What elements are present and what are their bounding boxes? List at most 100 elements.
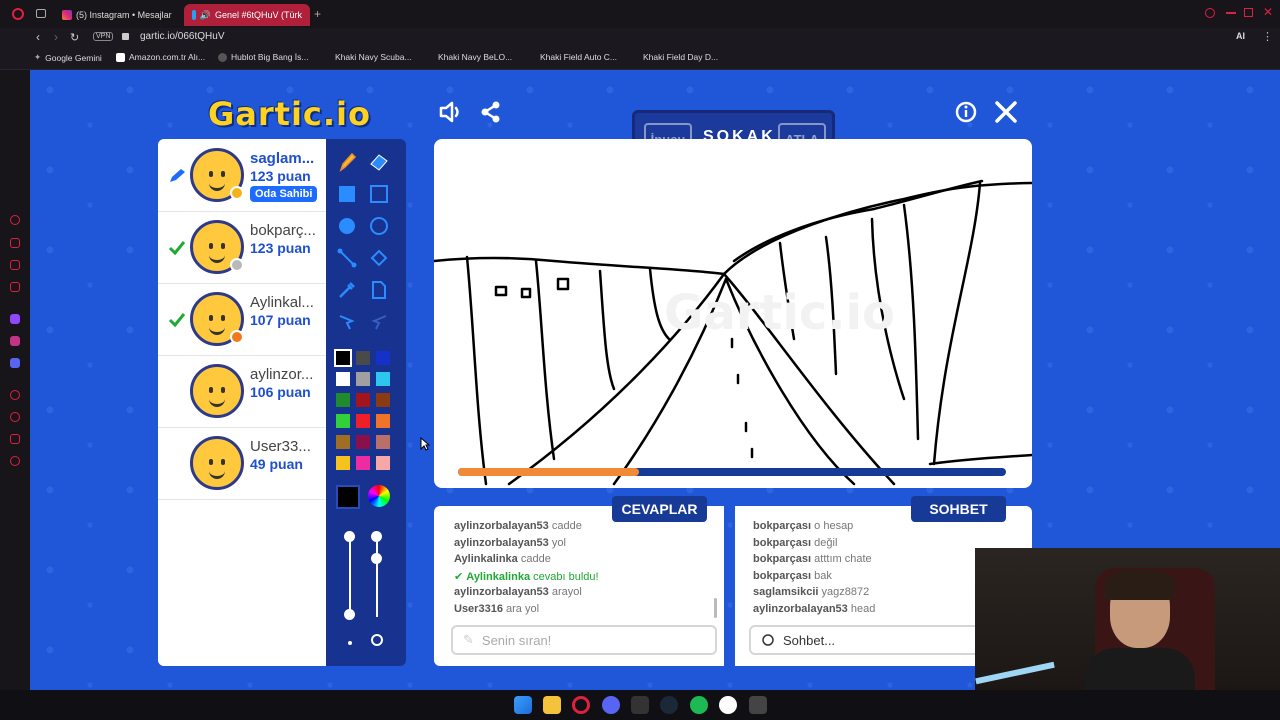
windows-icon[interactable] xyxy=(514,696,532,714)
player-row[interactable]: aylinzor... 106 puan xyxy=(158,356,326,428)
player-score: 106 puan xyxy=(250,384,311,400)
settings-icon[interactable] xyxy=(10,456,20,466)
files-icon[interactable] xyxy=(543,696,561,714)
rect-tool-icon[interactable] xyxy=(368,183,390,205)
close-icon[interactable] xyxy=(994,100,1018,124)
color-swatch[interactable] xyxy=(336,456,350,470)
messenger-icon[interactable] xyxy=(10,260,20,270)
discord-taskbar-icon[interactable] xyxy=(602,696,620,714)
steam-icon[interactable] xyxy=(660,696,678,714)
forward-icon[interactable]: › xyxy=(54,30,58,44)
player-row[interactable]: Aylinkal... 107 puan xyxy=(158,284,326,356)
chat-message: bokparçası atttım chate xyxy=(753,553,872,565)
color-swatch[interactable] xyxy=(356,435,370,449)
color-wheel-button[interactable] xyxy=(368,485,390,507)
color-swatch[interactable] xyxy=(356,456,370,470)
color-swatch[interactable] xyxy=(356,393,370,407)
opera-icon[interactable] xyxy=(12,8,24,20)
answer-input[interactable]: ✎ Senin sıran! xyxy=(451,625,717,655)
answers-scrollbar[interactable] xyxy=(714,598,717,618)
new-tab-button[interactable]: + xyxy=(314,7,321,21)
tab-overview-icon[interactable] xyxy=(36,9,46,18)
history-icon[interactable] xyxy=(10,412,20,422)
bookmark-gemini[interactable]: ✦ Google Gemini xyxy=(34,52,102,63)
ai-button[interactable]: AI xyxy=(1236,31,1245,41)
close-window-button[interactable]: ✕ xyxy=(1263,5,1273,19)
reload-icon[interactable]: ↻ xyxy=(70,31,79,44)
opacity-slider-handle[interactable] xyxy=(371,531,382,542)
player-icon[interactable] xyxy=(10,390,20,400)
bookmark-khaki-4[interactable]: Khaki Field Day D... xyxy=(643,52,718,62)
opacity-slider-handle-2[interactable] xyxy=(371,553,382,564)
app-taskbar-icon[interactable] xyxy=(631,696,649,714)
fill-tool-icon[interactable] xyxy=(368,247,390,269)
filled-circle-tool-icon[interactable] xyxy=(336,215,358,237)
share-icon[interactable] xyxy=(480,101,502,123)
player-row[interactable]: saglam... 123 puan Oda Sahibi xyxy=(158,140,326,212)
color-swatch[interactable] xyxy=(376,456,390,470)
size-slider-handle[interactable] xyxy=(344,531,355,542)
player-row[interactable]: bokparç... 123 puan xyxy=(158,212,326,284)
epic-games-icon[interactable] xyxy=(749,696,767,714)
size-slider-bottom-handle[interactable] xyxy=(344,609,355,620)
color-swatch[interactable] xyxy=(336,435,350,449)
eyedropper-tool-icon[interactable] xyxy=(336,279,358,301)
current-color[interactable] xyxy=(336,485,360,509)
color-swatch[interactable] xyxy=(376,435,390,449)
bookmark-khaki-1[interactable]: Khaki Navy Scuba... xyxy=(335,52,412,62)
minimize-button[interactable] xyxy=(1226,12,1236,14)
color-swatch[interactable] xyxy=(356,372,370,386)
url-field[interactable]: gartic.io/066tQHuV xyxy=(140,31,225,42)
tab-instagram[interactable]: (5) Instagram • Mesajlar xyxy=(54,4,180,26)
extensions-icon[interactable] xyxy=(10,434,20,444)
menu-icon[interactable]: ⋮ xyxy=(1262,30,1273,43)
large-circle xyxy=(371,634,383,646)
bookmark-khaki-3[interactable]: Khaki Field Auto C... xyxy=(540,52,617,62)
maximize-button[interactable] xyxy=(1244,8,1253,17)
bookmark-khaki-2[interactable]: Khaki Navy BeLO... xyxy=(438,52,512,62)
color-swatch[interactable] xyxy=(376,393,390,407)
aria-icon[interactable] xyxy=(10,215,20,225)
back-icon[interactable]: ‹ xyxy=(36,30,40,44)
discord-sidebar-icon[interactable] xyxy=(10,358,20,368)
color-swatch[interactable] xyxy=(376,372,390,386)
new-page-tool-icon[interactable] xyxy=(368,279,390,301)
color-swatch[interactable] xyxy=(376,414,390,428)
volume-icon[interactable] xyxy=(438,100,464,124)
gartic-favicon xyxy=(192,10,196,20)
chat-message: aylinzorbalayan53 cadde xyxy=(454,520,582,532)
undo-tool-icon[interactable] xyxy=(336,311,358,333)
drawing-canvas[interactable]: Gartic.io xyxy=(434,139,1032,488)
info-icon[interactable] xyxy=(955,101,977,123)
message-user: bokparçası xyxy=(753,569,812,582)
redo-tool-icon[interactable] xyxy=(368,311,390,333)
player-row[interactable]: User33... 49 puan xyxy=(158,428,326,500)
color-swatch[interactable] xyxy=(336,393,350,407)
eraser-tool-icon[interactable] xyxy=(368,151,390,173)
vpn-badge[interactable]: VPN xyxy=(93,32,114,41)
bookmark-amazon[interactable]: Amazon.com.tr Alı... xyxy=(116,52,205,62)
color-swatch[interactable] xyxy=(356,351,370,365)
filled-rect-tool-icon[interactable] xyxy=(336,183,358,205)
chat-input[interactable]: Sohbet... xyxy=(749,625,989,655)
shopping-icon[interactable] xyxy=(10,238,20,248)
color-swatch[interactable] xyxy=(334,349,352,367)
chat-message: bokparçası bak xyxy=(753,570,832,582)
bookmark-hublot[interactable]: Hublot Big Bang İs... xyxy=(218,52,309,62)
color-swatch[interactable] xyxy=(356,414,370,428)
twitch-icon[interactable] xyxy=(10,314,20,324)
circle-tool-icon[interactable] xyxy=(368,215,390,237)
gartic-logo[interactable]: Gartic.io xyxy=(208,95,371,133)
github-icon[interactable] xyxy=(719,696,737,714)
instagram-sidebar-icon[interactable] xyxy=(10,336,20,346)
gmail-icon[interactable] xyxy=(10,282,20,292)
opera-taskbar-icon[interactable] xyxy=(572,696,590,714)
line-tool-icon[interactable] xyxy=(336,247,358,269)
color-swatch[interactable] xyxy=(376,351,390,365)
spotify-icon[interactable] xyxy=(690,696,708,714)
tab-gartic[interactable]: 🔊 Genel #6tQHuV (Türk xyxy=(184,4,310,26)
color-swatch[interactable] xyxy=(336,372,350,386)
color-swatch[interactable] xyxy=(336,414,350,428)
search-icon[interactable] xyxy=(1205,8,1215,18)
pencil-tool-icon[interactable] xyxy=(336,151,358,173)
